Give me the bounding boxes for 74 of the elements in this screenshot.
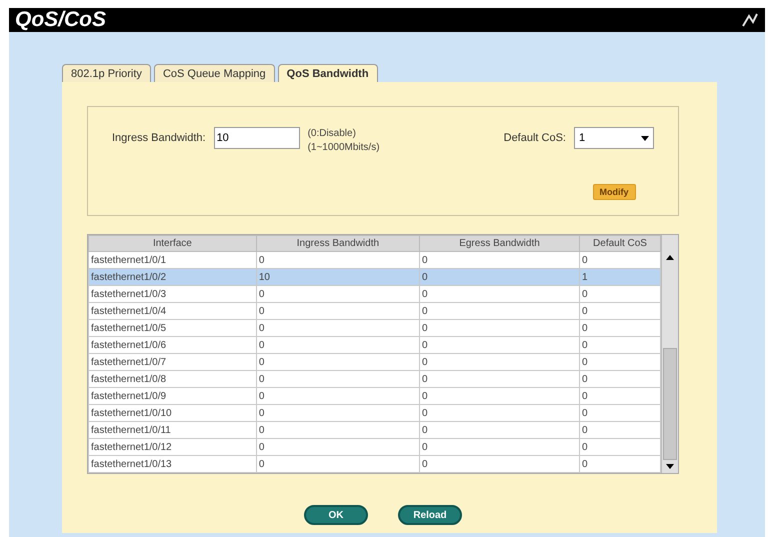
table-cell: 0 <box>256 302 420 320</box>
table-cell: 0 <box>256 370 420 388</box>
table-cell: 0 <box>256 404 420 422</box>
table-cell: 0 <box>580 320 660 336</box>
scrollbar[interactable] <box>661 235 678 473</box>
table-cell: fastethernet1/0/1 <box>88 252 256 268</box>
table-cell: 0 <box>420 268 580 286</box>
down-arrow-icon <box>666 464 674 469</box>
table-cell: 0 <box>256 438 420 456</box>
field-label: Ingress Bandwidth: <box>112 132 206 144</box>
table-cell: 0 <box>420 320 580 336</box>
tab[interactable]: CoS Queue Mapping <box>154 64 275 82</box>
table-cell: fastethernet1/0/4 <box>88 302 256 320</box>
table-cell: fastethernet1/0/2 <box>88 268 256 286</box>
table-cell: 0 <box>580 404 660 422</box>
table-cell: 10 <box>256 268 420 286</box>
tab[interactable]: 802.1p Priority <box>62 64 151 82</box>
table-cell: 0 <box>580 252 660 268</box>
table-cell: fastethernet1/0/8 <box>88 370 256 388</box>
table-cell: 0 <box>420 302 580 320</box>
table-cell: 0 <box>420 370 580 388</box>
input-field[interactable]: 10 <box>214 127 300 149</box>
table-cell: 1 <box>580 268 660 286</box>
table-cell: 0 <box>580 286 660 302</box>
modify-button[interactable]: Modify <box>592 184 636 200</box>
table-cell: 0 <box>256 388 420 404</box>
table-cell: 0 <box>580 456 660 472</box>
up-arrow-icon <box>666 255 674 260</box>
table-cell: 0 <box>420 456 580 472</box>
table-cell: 0 <box>420 286 580 302</box>
table-cell: fastethernet1/0/3 <box>88 286 256 302</box>
table-cell: 0 <box>256 286 420 302</box>
column-header: Ingress Bandwidth <box>256 236 420 252</box>
table-cell: 0 <box>256 422 420 438</box>
action-button[interactable]: Reload <box>398 505 462 525</box>
table-cell: 0 <box>420 252 580 268</box>
table-cell: fastethernet1/0/9 <box>88 388 256 404</box>
table-cell: 0 <box>256 336 420 354</box>
action-button[interactable]: OK <box>304 505 368 525</box>
table-cell: 0 <box>256 252 420 268</box>
table-cell: 0 <box>420 438 580 456</box>
table-cell: 0 <box>420 404 580 422</box>
table-cell: 0 <box>580 438 660 456</box>
table-cell: fastethernet1/0/12 <box>88 438 256 456</box>
table-cell: 0 <box>580 370 660 388</box>
scroll-thumb[interactable] <box>663 348 677 460</box>
table-cell: fastethernet1/0/13 <box>88 456 256 472</box>
table-cell: 0 <box>420 354 580 370</box>
field-label: Default CoS: <box>504 132 566 144</box>
table-cell: 0 <box>420 422 580 438</box>
caret-icon <box>641 136 649 140</box>
column-header: Egress Bandwidth <box>420 236 580 252</box>
table-cell: 0 <box>420 336 580 354</box>
column-header: Default CoS <box>580 236 660 252</box>
cos-dropdown[interactable]: 1 <box>574 127 654 149</box>
table-cell: 0 <box>420 388 580 404</box>
table-cell: 0 <box>580 302 660 320</box>
tab[interactable]: QoS Bandwidth <box>278 64 378 82</box>
window-title: QoS/CoS <box>15 8 106 32</box>
table-cell: 0 <box>256 320 420 336</box>
table-cell: fastethernet1/0/7 <box>88 354 256 370</box>
hint-text: (1~1000Mbits/s) <box>308 141 380 155</box>
table-cell: 0 <box>580 336 660 354</box>
table-cell: 0 <box>256 456 420 472</box>
table-cell: fastethernet1/0/5 <box>88 320 256 336</box>
table-cell: 0 <box>580 354 660 370</box>
table-cell: 0 <box>580 422 660 438</box>
table-cell: fastethernet1/0/10 <box>88 404 256 422</box>
table-cell: 0 <box>580 388 660 404</box>
hint-text: (0:Disable) <box>308 127 357 141</box>
table-cell: fastethernet1/0/11 <box>88 422 256 438</box>
table-cell: fastethernet1/0/6 <box>88 336 256 354</box>
column-header: Interface <box>88 236 256 252</box>
table-cell: 0 <box>256 354 420 370</box>
